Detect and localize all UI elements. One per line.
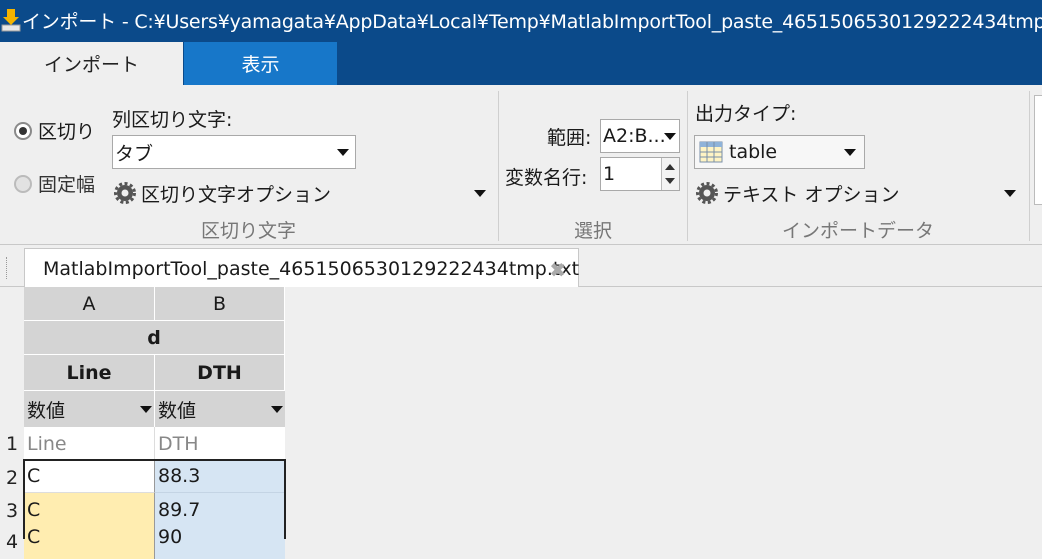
text-options-button[interactable]: テキスト オプション	[696, 178, 1020, 208]
delimited-section-label: 区切り文字	[200, 220, 296, 242]
table-cell[interactable]: 90	[155, 526, 285, 559]
table-cell[interactable]: DTH	[155, 427, 285, 460]
chevron-down-icon	[271, 406, 283, 413]
column-delimiter-label: 列区切り文字:	[112, 109, 233, 131]
import-app-icon	[0, 0, 22, 40]
spinner-up-icon[interactable]	[665, 164, 675, 170]
chevron-down-icon	[337, 149, 349, 156]
output-type-value: table	[729, 141, 778, 163]
gear-icon	[696, 182, 718, 204]
row-number: 4	[5, 531, 19, 553]
row-number: 3	[5, 500, 19, 522]
varnames-row-label: 変数名行:	[505, 167, 588, 189]
chevron-down-icon	[474, 190, 486, 197]
radio-selected-icon	[14, 121, 32, 140]
range-label: 範囲:	[547, 127, 592, 149]
chevron-down-icon	[844, 149, 856, 156]
delimiter-dropdown[interactable]: タブ	[112, 135, 356, 169]
variable-type-a: 数値	[27, 399, 66, 422]
text-options-label: テキスト オプション	[723, 183, 900, 206]
selection-section-label: 選択	[573, 220, 612, 242]
table-cell[interactable]: 88.3	[155, 460, 285, 493]
selection-section: 範囲: A2:B... 変数名行: 1 選択	[499, 85, 687, 245]
output-type-label: 出力タイプ:	[695, 103, 797, 125]
chevron-down-icon	[664, 133, 676, 140]
column-header-a[interactable]: A	[24, 287, 155, 321]
document-tab-label: MatlabImportTool_paste_46515065301292224…	[43, 257, 580, 280]
table-cell[interactable]: C	[24, 526, 155, 559]
delimiter-options-button[interactable]: 区切り文字オプション	[114, 178, 490, 208]
tab-view[interactable]: 表示	[184, 42, 337, 85]
delimited-section: 区切り 固定幅 列区切り文字: タブ 区切り文字オプション 区切り文字	[0, 85, 497, 245]
variable-name-b[interactable]: DTH	[155, 355, 285, 391]
variable-type-dropdown-b[interactable]: 数値	[155, 391, 285, 427]
radio-delimited-label: 区切り	[38, 121, 96, 143]
tab-grip	[6, 257, 9, 279]
row-number: 1	[5, 433, 19, 455]
table-cell[interactable]: C	[24, 493, 155, 526]
ribbon-toolstrip: 区切り 固定幅 列区切り文字: タブ 区切り文字オプション 区切り文字 範囲: …	[0, 85, 1042, 245]
document-tab[interactable]: MatlabImportTool_paste_46515065301292224…	[24, 248, 579, 288]
imported-data-section: 出力タイプ: table テキスト オプション インポートデータ	[688, 85, 1028, 245]
window-title: インポート - C:¥Users¥yamagata¥AppData¥Local¥…	[22, 10, 1042, 33]
title-bar: インポート - C:¥Users¥yamagata¥AppData¥Local¥…	[0, 0, 1042, 40]
output-type-dropdown[interactable]: table	[694, 135, 865, 169]
range-dropdown[interactable]: A2:B...	[600, 119, 680, 153]
table-cell[interactable]: 89.7	[155, 493, 285, 526]
row-number: 2	[5, 467, 19, 489]
variable-type-dropdown-a[interactable]: 数値	[24, 391, 155, 427]
chevron-down-icon	[140, 406, 152, 413]
table-icon	[699, 141, 723, 163]
tab-import[interactable]: インポート	[0, 42, 183, 85]
column-header-b[interactable]: B	[155, 287, 285, 321]
chevron-down-icon	[1004, 190, 1016, 197]
range-value: A2:B...	[603, 125, 666, 147]
radio-fixed-width-label: 固定幅	[38, 174, 96, 196]
radio-delimited[interactable]: 区切り	[14, 117, 95, 144]
gear-icon	[114, 182, 136, 204]
spinner-down-icon[interactable]	[665, 178, 675, 184]
variable-name-a[interactable]: Line	[24, 355, 155, 391]
delimiter-options-label: 区切り文字オプション	[141, 183, 332, 206]
section-divider	[1029, 91, 1030, 241]
next-section-edge	[1034, 95, 1042, 205]
document-tab-bar: MatlabImportTool_paste_46515065301292224…	[0, 245, 1042, 288]
variable-type-b: 数値	[158, 399, 197, 422]
table-cell[interactable]: Line	[24, 427, 155, 460]
varnames-row-spinner[interactable]: 1	[600, 157, 680, 191]
varnames-row-value: 1	[603, 163, 616, 185]
table-cell[interactable]: C	[24, 460, 155, 493]
grid-corner	[0, 287, 24, 427]
radio-unselected-icon	[14, 174, 32, 193]
ribbon-tab-strip: インポート 表示	[0, 40, 1042, 85]
import-preview-grid: A B d Line DTH 数値 数値 1 Line DTH 2 C 88.3…	[0, 287, 1042, 559]
imported-data-section-label: インポートデータ	[781, 220, 934, 242]
spinner-buttons[interactable]	[661, 158, 679, 190]
radio-fixed-width[interactable]: 固定幅	[14, 170, 95, 197]
delimiter-value: タブ	[115, 142, 154, 165]
close-icon[interactable]: ✖	[549, 258, 566, 282]
table-name-header[interactable]: d	[24, 321, 285, 355]
